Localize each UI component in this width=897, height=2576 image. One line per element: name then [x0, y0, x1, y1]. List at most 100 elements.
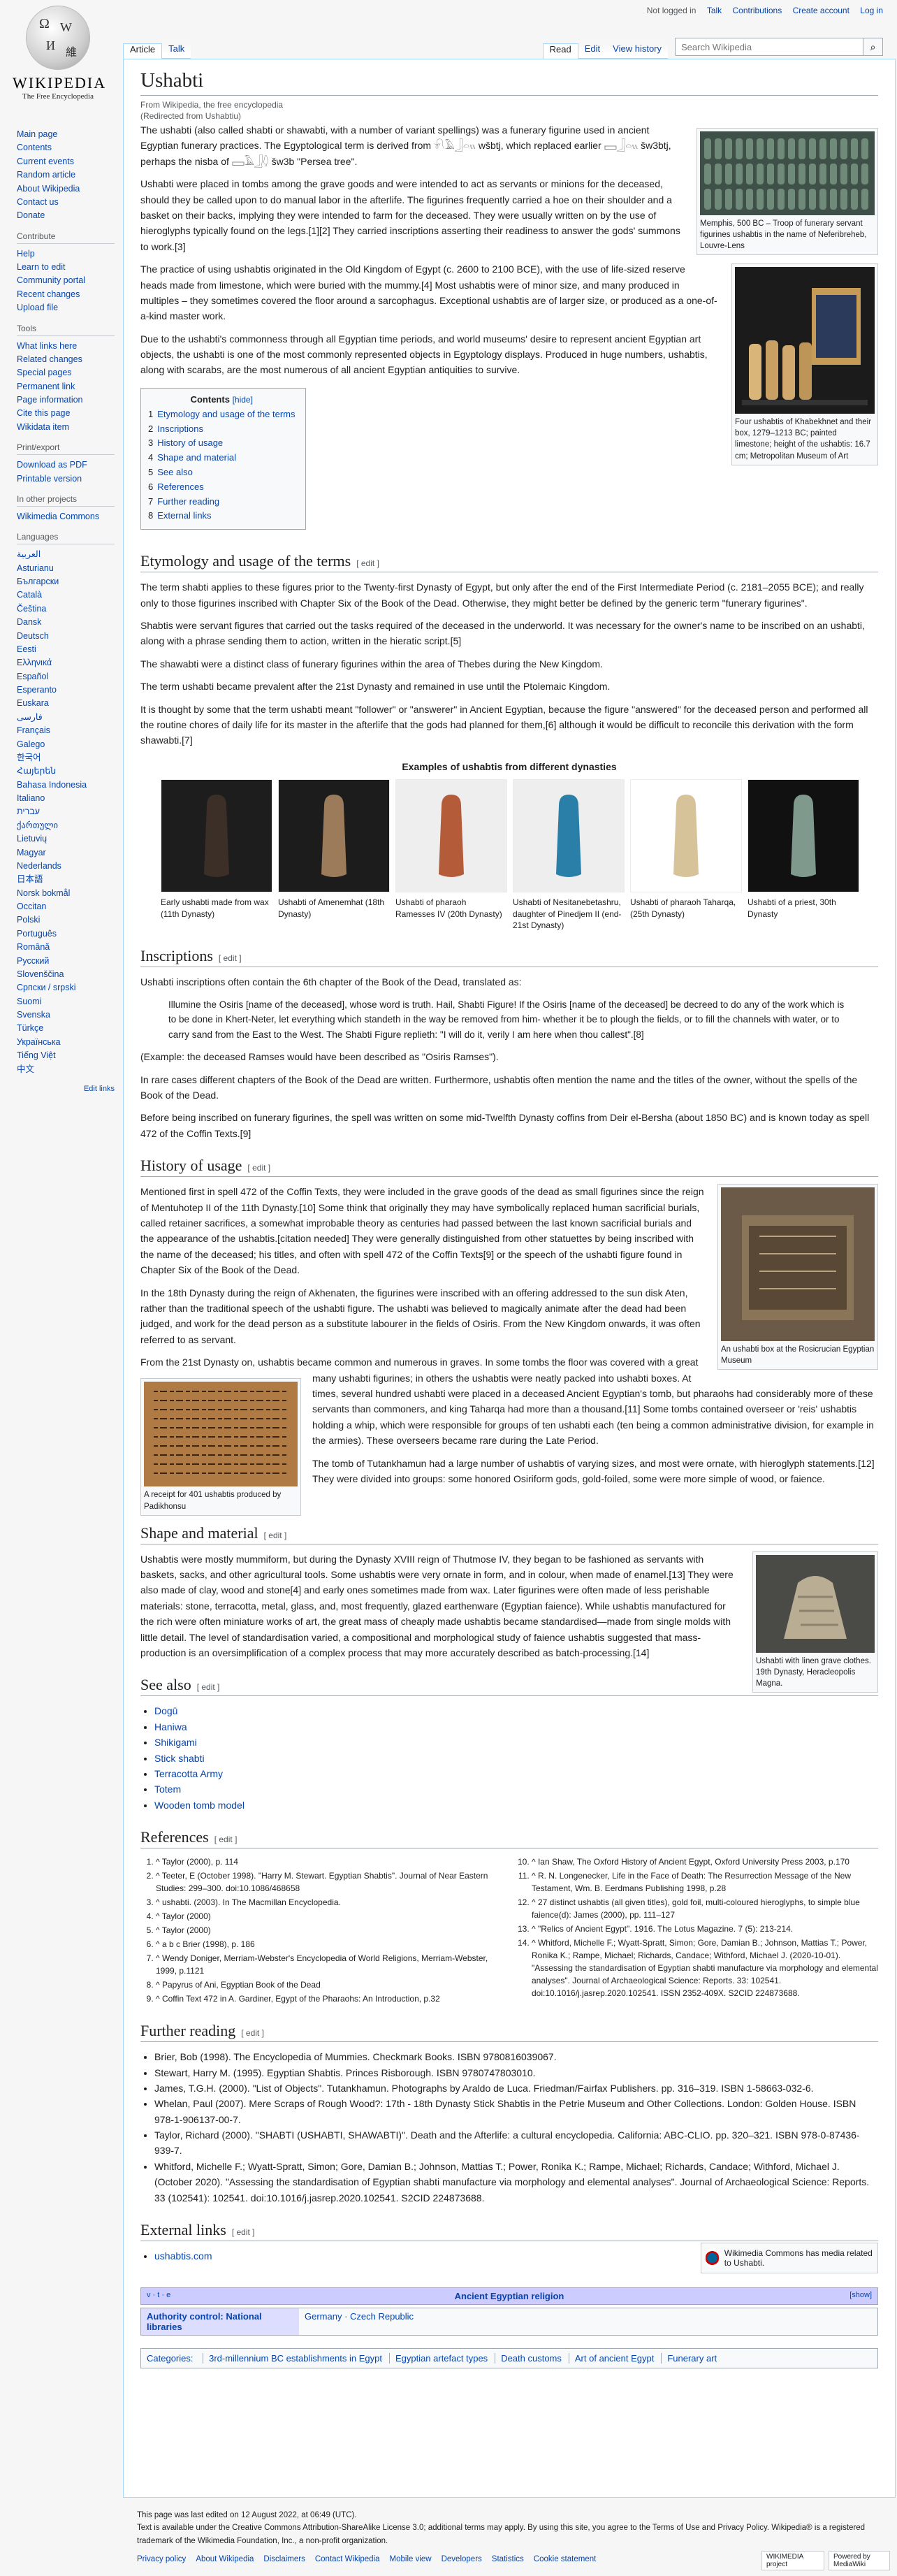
sidebar-item-lang[interactable]: Polski — [17, 913, 115, 927]
see-also-link[interactable]: Dogū — [154, 1705, 177, 1716]
sidebar-item-lang[interactable]: Français — [17, 724, 115, 737]
gallery-item[interactable]: Ushabti of a priest, 30th Dynasty — [748, 779, 859, 932]
sidebar-item-print[interactable]: Printable version — [17, 472, 115, 486]
gallery-image[interactable] — [513, 779, 625, 892]
toc-link[interactable]: Further reading — [157, 496, 219, 507]
sidebar-item-lang[interactable]: Galego — [17, 738, 115, 751]
sidebar-item-lang[interactable]: Svenska — [17, 1008, 115, 1022]
search-input[interactable] — [675, 38, 863, 56]
sidebar-item-tools[interactable]: What links here — [17, 340, 115, 353]
toc-link[interactable]: Etymology and usage of the terms — [157, 409, 295, 419]
sidebar-item-lang[interactable]: Български — [17, 575, 115, 588]
edit-links[interactable]: Edit links — [17, 1085, 115, 1093]
sidebar-item-lang[interactable]: 한국어 — [17, 751, 115, 765]
category-link[interactable]: Egyptian artefact types — [388, 2353, 488, 2364]
edit-section-link[interactable]: [ edit ] — [232, 2227, 255, 2237]
redirect-note[interactable]: (Redirected from Ushabtiu) — [140, 111, 878, 121]
sidebar-item-lang[interactable]: Italiano — [17, 792, 115, 805]
gallery-item[interactable]: Ushabti of Amenemhat (18th Dynasty) — [278, 779, 390, 932]
sidebar-item-lang[interactable]: Asturianu — [17, 562, 115, 575]
sidebar-item-nav[interactable]: Donate — [17, 209, 115, 222]
gallery-image[interactable] — [161, 779, 272, 892]
sidebar-item-lang[interactable]: Magyar — [17, 846, 115, 860]
sidebar-item-tools[interactable]: Special pages — [17, 366, 115, 379]
sidebar-item-lang[interactable]: Deutsch — [17, 630, 115, 643]
thumb-ushabti-box[interactable]: An ushabti box at the Rosicrucian Egypti… — [717, 1184, 878, 1370]
gallery-image[interactable] — [395, 779, 507, 892]
sidebar-item-lang[interactable]: Bahasa Indonesia — [17, 779, 115, 792]
wikimedia-badge[interactable]: WIKIMEDIA project — [761, 2551, 824, 2570]
sidebar-item-lang[interactable]: Slovenščina — [17, 968, 115, 981]
sidebar-item-nav[interactable]: Contents — [17, 141, 115, 154]
talk-link[interactable]: Talk — [707, 6, 722, 15]
gallery-item[interactable]: Ushabti of Nesitanebetashru, daughter of… — [513, 779, 625, 932]
gallery-item[interactable]: Early ushabti made from wax (11th Dynast… — [161, 779, 272, 932]
sidebar-item-lang[interactable]: ქართული — [17, 819, 115, 832]
gallery-image[interactable] — [278, 779, 390, 892]
sidebar-item-lang[interactable]: Русский — [17, 955, 115, 968]
sidebar-item-tools[interactable]: Wikidata item — [17, 421, 115, 434]
sidebar-item-lang[interactable]: Dansk — [17, 616, 115, 629]
sidebar-item-lang[interactable]: Čeština — [17, 602, 115, 616]
navbox-title[interactable]: Ancient Egyptian religion — [455, 2291, 564, 2301]
sidebar-item-tools[interactable]: Cite this page — [17, 407, 115, 420]
see-also-link[interactable]: Stick shabti — [154, 1753, 205, 1764]
edit-section-link[interactable]: [ edit ] — [219, 953, 242, 963]
external-link[interactable]: ushabtis.com — [154, 2250, 212, 2262]
sidebar-item-contribute[interactable]: Recent changes — [17, 288, 115, 301]
edit-section-link[interactable]: [ edit ] — [264, 1531, 287, 1540]
thumb-receipt[interactable]: A receipt for 401 ushabtis produced by P… — [140, 1378, 301, 1516]
search-button[interactable]: ⌕ — [863, 38, 883, 56]
footer-link[interactable]: Mobile view — [390, 2555, 432, 2563]
toc-entry[interactable]: 2 Inscriptions — [148, 422, 296, 437]
sidebar-item-tools[interactable]: Permanent link — [17, 380, 115, 393]
sidebar-item-lang[interactable]: Ελληνικά — [17, 656, 115, 670]
navbox-show-toggle[interactable]: [show] — [849, 2291, 872, 2299]
sidebar-item-lang[interactable]: Català — [17, 588, 115, 602]
sidebar-item-lang[interactable]: 日本語 — [17, 873, 115, 886]
footer-link[interactable]: Disclaimers — [263, 2555, 305, 2563]
tab-edit[interactable]: Edit — [578, 43, 607, 59]
footer-link[interactable]: Privacy policy — [137, 2555, 186, 2563]
sidebar-item-lang[interactable]: Română — [17, 941, 115, 954]
sidebar-item-nav[interactable]: About Wikipedia — [17, 182, 115, 196]
see-also-link[interactable]: Terracotta Army — [154, 1768, 223, 1779]
gallery-item[interactable]: Ushabti of pharaoh Taharqa, (25th Dynast… — [630, 779, 742, 932]
tab-talk[interactable]: Talk — [162, 43, 191, 59]
footer-link[interactable]: Developers — [442, 2555, 482, 2563]
categories-label[interactable]: Categories: — [147, 2353, 193, 2364]
footer-link[interactable]: About Wikipedia — [196, 2555, 254, 2563]
toc-link[interactable]: Inscriptions — [157, 424, 203, 434]
sidebar-item-lang[interactable]: עברית — [17, 805, 115, 818]
gallery-item[interactable]: Ushabti of pharaoh Ramesses IV (20th Dyn… — [395, 779, 507, 932]
toc-entry[interactable]: 7 Further reading — [148, 495, 296, 509]
toc-link[interactable]: External links — [157, 510, 211, 521]
sidebar-item-lang[interactable]: Eesti — [17, 643, 115, 656]
toc-entry[interactable]: 3 History of usage — [148, 436, 296, 451]
edit-section-link[interactable]: [ edit ] — [241, 2028, 264, 2038]
toc-link[interactable]: Shape and material — [157, 452, 236, 463]
sidebar-item-tools[interactable]: Related changes — [17, 353, 115, 366]
sidebar-item-tools[interactable]: Page information — [17, 393, 115, 407]
sidebar-item-lang[interactable]: Português — [17, 927, 115, 941]
see-also-link[interactable]: Haniwa — [154, 1721, 187, 1732]
sidebar-item-lang[interactable]: العربية — [17, 548, 115, 561]
footer-link[interactable]: Statistics — [492, 2555, 524, 2563]
sidebar-item-lang[interactable]: Հայերեն — [17, 765, 115, 778]
mediawiki-badge[interactable]: Powered by MediaWiki — [829, 2551, 890, 2570]
sidebar-item-other[interactable]: Wikimedia Commons — [17, 510, 115, 523]
footer-link[interactable]: Cookie statement — [534, 2555, 597, 2563]
login-link[interactable]: Log in — [860, 6, 883, 15]
toc-link[interactable]: History of usage — [157, 437, 223, 448]
ushabti-box-image[interactable] — [721, 1187, 875, 1342]
sidebar-item-lang[interactable]: Türkçe — [17, 1022, 115, 1035]
toc-entry[interactable]: 5 See also — [148, 465, 296, 480]
category-link[interactable]: Funerary art — [661, 2353, 717, 2364]
navbox-vte[interactable]: v · t · e — [147, 2291, 170, 2299]
see-also-link[interactable]: Totem — [154, 1783, 181, 1795]
receipt-papyrus-image[interactable] — [144, 1382, 298, 1487]
see-also-link[interactable]: Shikigami — [154, 1737, 197, 1748]
toc-entry[interactable]: 1 Etymology and usage of the terms — [148, 407, 296, 422]
edit-section-link[interactable]: [ edit ] — [214, 1835, 238, 1844]
edit-section-link[interactable]: [ edit ] — [197, 1682, 220, 1692]
